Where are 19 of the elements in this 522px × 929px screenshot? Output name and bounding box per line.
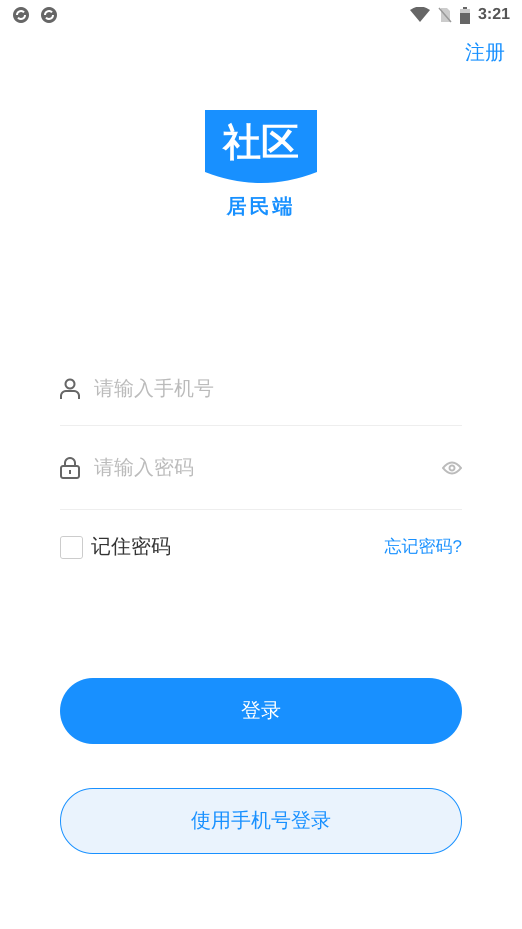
status-time: 3:21 <box>478 5 510 25</box>
eye-icon[interactable] <box>442 460 462 474</box>
user-icon <box>60 378 80 400</box>
sync-icon <box>12 6 30 24</box>
phone-login-button[interactable]: 使用手机号登录 <box>60 788 462 854</box>
logo-subtitle: 居民端 <box>226 195 296 220</box>
wifi-icon <box>410 7 430 23</box>
password-input[interactable]: 请输入密码 <box>94 452 428 482</box>
remember-checkbox[interactable] <box>60 536 83 558</box>
remember-label: 记住密码 <box>91 535 171 560</box>
sync-icon <box>40 6 58 24</box>
lock-icon <box>60 456 80 478</box>
register-link[interactable]: 注册 <box>465 38 505 68</box>
no-sim-icon <box>438 7 452 23</box>
battery-icon <box>460 6 470 24</box>
login-button[interactable]: 登录 <box>60 678 462 744</box>
forgot-password-link[interactable]: 忘记密码? <box>384 534 462 560</box>
phone-input[interactable]: 请输入手机号 <box>94 374 462 404</box>
logo-title: 社区 <box>223 124 299 162</box>
